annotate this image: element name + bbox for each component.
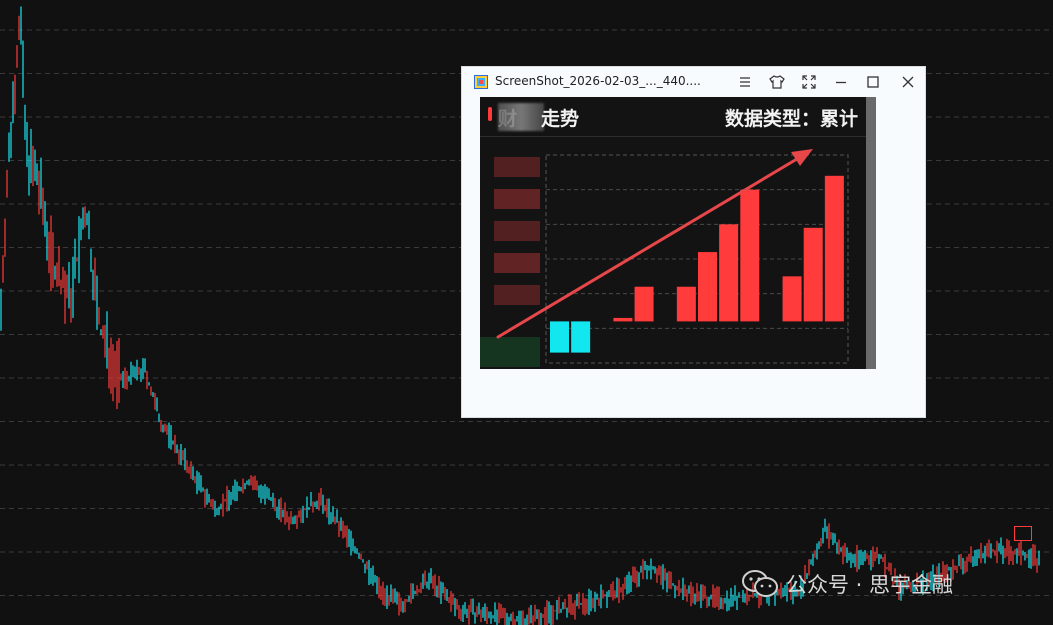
fullscreen-button[interactable] (798, 71, 820, 93)
bar (571, 321, 591, 353)
pin-icon (769, 75, 785, 89)
minimize-button[interactable] (830, 71, 852, 93)
blurred-label (480, 337, 540, 367)
inner-bar-chart (480, 149, 849, 367)
inner-chart-title: 走势 (541, 108, 580, 130)
menu-icon (740, 77, 750, 87)
bar (782, 276, 802, 322)
screenshot-image: 财 走势 数据类型：累计 (480, 97, 876, 369)
blurred-text (498, 103, 544, 131)
data-type-label: 数据类型：累计 (724, 108, 858, 130)
bar (719, 224, 739, 322)
close-icon (902, 76, 914, 88)
watermark-text: 公众号 · 思宇金融 (786, 573, 954, 597)
bar (698, 252, 717, 322)
maximize-icon (867, 76, 879, 88)
bar (550, 321, 569, 353)
maximize-button[interactable] (862, 71, 884, 93)
blurred-label (494, 285, 540, 305)
minimize-icon (836, 81, 846, 84)
trend-arrow-head (791, 149, 813, 166)
screenshot-viewer-window[interactable]: ScreenShot_2026-02-03_..._440.... 走势 数据类… (461, 66, 926, 418)
inner-chart-header: 财 走势 数据类型：累计 (480, 97, 876, 137)
window-titlebar[interactable]: ScreenShot_2026-02-03_..._440.... (462, 67, 925, 97)
blurred-label (494, 253, 540, 273)
window-title: ScreenShot_2026-02-03_..._440.... (495, 74, 701, 88)
blurred-label (494, 189, 540, 209)
bar (803, 227, 823, 322)
pin-button[interactable] (766, 71, 788, 93)
inner-scrollbar (866, 97, 876, 369)
app-icon (474, 75, 488, 89)
wechat-icon (742, 570, 778, 597)
fullscreen-icon (802, 75, 816, 89)
title-marker (488, 107, 492, 121)
watermark: 公众号 · 思宇金融 (740, 566, 953, 602)
flag-marker (1014, 526, 1032, 541)
bar (634, 286, 654, 322)
blurred-label (494, 221, 540, 241)
bar (676, 286, 696, 322)
bar (613, 317, 633, 322)
close-button[interactable] (897, 71, 919, 93)
blurred-label (494, 157, 540, 177)
desktop-stage: ScreenShot_2026-02-03_..._440.... 走势 数据类… (0, 0, 1053, 625)
menu-button[interactable] (734, 71, 756, 93)
blurred-left-labels (480, 157, 540, 367)
bar (740, 189, 760, 322)
bar (824, 175, 844, 322)
